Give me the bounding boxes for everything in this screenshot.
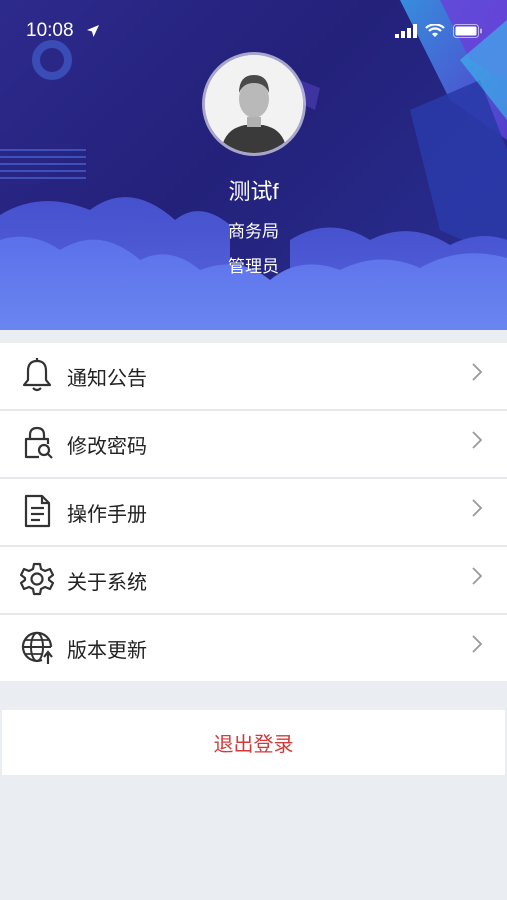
menu-item-label: 关于系统 [67, 569, 147, 594]
user-name: 测试f [228, 179, 279, 204]
user-silhouette-icon [205, 55, 303, 153]
globe-upload-icon [20, 629, 54, 665]
logout-button[interactable]: 退出登录 [2, 710, 505, 775]
signal-icon [395, 24, 417, 38]
bell-icon [20, 357, 54, 393]
user-role: 管理员 [228, 257, 279, 277]
chevron-right-icon [471, 497, 483, 519]
menu-item-label: 版本更新 [67, 637, 147, 662]
battery-icon [453, 24, 482, 38]
menu-item-change-password[interactable]: 修改密码 [0, 411, 507, 479]
lock-search-icon [20, 425, 54, 461]
document-icon [20, 493, 54, 529]
status-time: 10:08 [26, 20, 74, 41]
menu-item-version-update[interactable]: 版本更新 [0, 615, 507, 681]
chevron-right-icon [471, 361, 483, 383]
header-background [0, 0, 507, 330]
profile-header: 10:08 测试f 商务局 管理员 [0, 0, 507, 330]
avatar[interactable] [205, 55, 303, 153]
settings-menu: 通知公告 修改密码 操作手册 关于系统 版本更新 [0, 343, 507, 681]
user-department: 商务局 [228, 222, 279, 242]
chevron-right-icon [471, 429, 483, 451]
menu-item-notices[interactable]: 通知公告 [0, 343, 507, 411]
status-bar: 10:08 [0, 18, 507, 46]
chevron-right-icon [471, 633, 483, 655]
menu-item-label: 操作手册 [67, 501, 147, 526]
menu-item-manual[interactable]: 操作手册 [0, 479, 507, 547]
gear-icon [19, 561, 55, 597]
menu-item-label: 修改密码 [67, 433, 147, 458]
chevron-right-icon [471, 565, 483, 587]
location-arrow-icon [86, 23, 100, 42]
status-icons [395, 24, 483, 38]
wifi-icon [425, 24, 445, 37]
menu-item-label: 通知公告 [67, 365, 147, 390]
menu-item-about[interactable]: 关于系统 [0, 547, 507, 615]
